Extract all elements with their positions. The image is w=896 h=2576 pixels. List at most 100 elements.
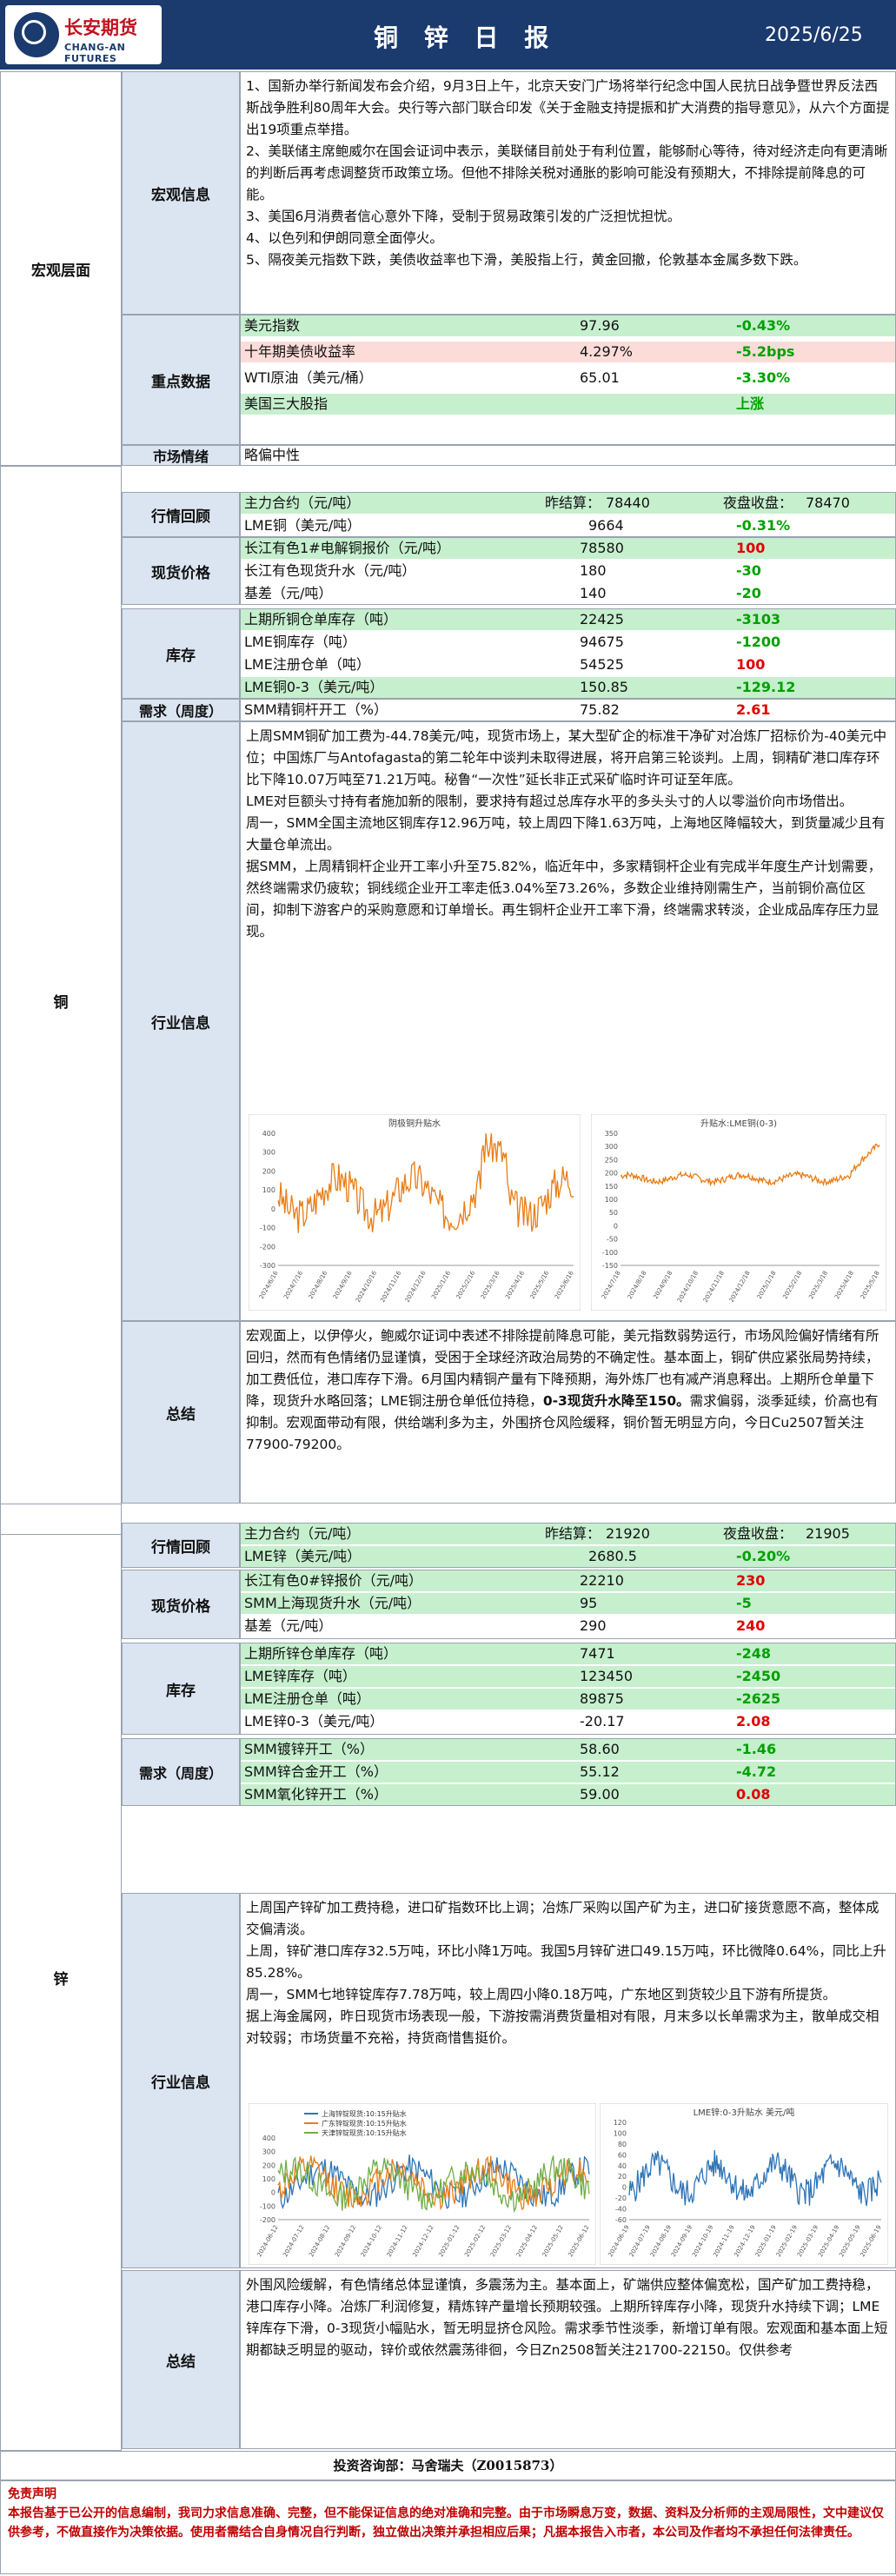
legend-label: 上海锌锭现货:10:15升贴水	[322, 2109, 407, 2118]
data-row: LME注册仓单（吨） 54525 100	[241, 654, 895, 675]
section-macro: 宏观层面	[0, 71, 122, 466]
y-tick-label: 200	[262, 1167, 275, 1175]
y-tick-label: -200	[260, 2216, 275, 2224]
row-value: 123450	[580, 1668, 634, 1684]
y-tick-label: -150	[602, 1262, 618, 1270]
data-row: 长江有色0#锌报价（元/吨） 22210 230	[241, 1570, 895, 1591]
y-tick-label: 0	[271, 2189, 275, 2197]
cu-spot-label: 现货价格	[122, 537, 240, 605]
row-name: 长江有色1#电解铜报价（元/吨）	[244, 540, 450, 556]
cu-industry-label: 行业信息	[122, 721, 240, 1321]
row-change: -5	[736, 1595, 752, 1611]
section-copper: 铜	[0, 466, 122, 1535]
row-change: 2.08	[736, 1713, 771, 1730]
row-change: -2625	[736, 1690, 781, 1707]
row-change: -3103	[736, 611, 781, 627]
lme-zn-spread-chart: LME锌:0-3升贴水 美元/吨 120 100 80 60 40 20 0 -20 -40 -60…	[600, 2103, 888, 2265]
row-value: 59.00	[580, 1786, 620, 1803]
disclaimer-text: 本报告基于已公开的信息编制，我司力求信息准确、完整，但不能保证信息的绝对准确和完…	[8, 2506, 884, 2539]
data-row: SMM上海现货升水（元/吨） 95 -5	[241, 1593, 895, 1614]
legend-label: 广东锌锭现货:10:15升贴水	[322, 2119, 407, 2128]
zn-spot-table: 长江有色0#锌报价（元/吨） 22210 230 SMM上海现货升水（元/吨） 95 -5…	[240, 1570, 896, 1639]
y-tick-label: -100	[260, 1225, 275, 1232]
chart-title: 升贴水:LME铜(0-3)	[700, 1118, 777, 1129]
disclaimer-title: 免责声明	[8, 2487, 56, 2501]
data-row: 美国三大股指 上涨	[241, 394, 895, 415]
row-value: 150.85	[580, 679, 628, 695]
row-change: 230	[736, 1572, 766, 1589]
row-change: 100	[736, 540, 766, 556]
industry-paragraph: 周一，SMM七地锌锭库存7.78万吨，较上周四小降0.18万吨，广东地区到货较少…	[246, 1987, 837, 2002]
row-name: LME锌0-3（美元/吨）	[244, 1713, 384, 1730]
data-row: LME注册仓单（吨） 89875 -2625	[241, 1689, 895, 1710]
data-row: SMM镀锌开工（%） 58.60 -1.46	[241, 1739, 895, 1760]
cu-premium-chart: 阴极铜升贴水4003002001000-100-200-3002024/6/16…	[249, 1114, 581, 1311]
zn-premium-chart: 4003002001000-100-2002024-06-12 2024-07-1…	[249, 2103, 596, 2265]
y-tick-label: 0	[271, 1205, 275, 1213]
row-change: 2.61	[736, 701, 771, 718]
zn-summary-text: 外围风险缓解，有色情绪总体显谨慎，多震荡为主。基本面上，矿端供应整体偏宽松，国产…	[240, 2270, 896, 2449]
row-value: 7471	[580, 1645, 615, 1662]
chart-title: LME锌:0-3升贴水 美元/吨	[694, 2107, 795, 2118]
cu-lme-row: LME铜（美元/吨） 9664 -0.31%	[244, 517, 791, 534]
industry-paragraph: 周一，SMM全国主流地区铜库存12.96万吨，较上周四下降1.63万吨，上海地区…	[246, 815, 886, 853]
cu-spot-table: 长江有色1#电解铜报价（元/吨） 78580 100 长江有色现货升水（元/吨） 180…	[240, 537, 896, 605]
y-tick-label: 300	[605, 1143, 618, 1151]
cu-stock-label: 库存	[122, 608, 240, 699]
row-change: -2450	[736, 1668, 781, 1684]
row-change: -5.2bps	[736, 343, 795, 360]
row-name: 长江有色0#锌报价（元/吨）	[244, 1572, 422, 1589]
row-value: 54525	[580, 656, 624, 673]
cu-demand-table: SMM精铜杆开工（%） 75.82 2.61	[240, 699, 896, 721]
industry-paragraph: 上周，锌矿港口库存32.5万吨，环比小降1万吨。我国5月锌矿进口49.15万吨，…	[246, 1943, 886, 1981]
data-row: SMM锌合金开工（%） 55.12 -4.72	[241, 1762, 895, 1783]
macro-paragraph: 4、以色列和伊朗同意全面停火。	[246, 230, 443, 246]
data-row: LME铜库存（吨） 94675 -1200	[241, 632, 895, 653]
row-value: 22210	[580, 1572, 624, 1589]
cu-summary-text: 宏观面上，以伊停火，鲍威尔证词中表述不排除提前降息可能，美元指数弱势运行，市场风…	[240, 1321, 896, 1504]
cu-summary-label: 总结	[122, 1321, 240, 1504]
y-tick-label: -100	[602, 1249, 618, 1257]
y-tick-label: 200	[262, 2161, 275, 2169]
lme-cu-spread-chart: 升贴水:LME铜(0-3) 350 300 250 200 150 100 50 0 -50 -10…	[591, 1114, 886, 1311]
row-change: -0.43%	[736, 317, 791, 334]
row-change: -129.12	[736, 679, 796, 695]
row-name: 美元指数	[244, 317, 301, 334]
row-name: 上期所铜仓单库存（吨）	[244, 611, 398, 627]
industry-paragraph: 据SMM，上周精铜杆企业开工率小升至75.82%，临近年中，多家精铜杆企业有完成…	[246, 859, 882, 939]
logo-name-en: CHANG-AN FUTURES	[64, 42, 126, 64]
row-value: 55.12	[580, 1763, 620, 1780]
row-change: -20	[736, 585, 761, 601]
data-row: 十年期美债收益率 4.297% -5.2bps	[241, 342, 895, 362]
key-data-table: 美元指数 97.96 -0.43% 十年期美债收益率 4.297% -5.2bps WTI原…	[240, 315, 896, 445]
data-row: LME锌库存（吨） 123450 -2450	[241, 1666, 895, 1687]
row-change: 240	[736, 1617, 766, 1634]
cu-demand-label: 需求（周度）	[122, 699, 240, 721]
y-tick-label: 150	[605, 1183, 618, 1191]
macro-paragraph: 3、美国6月消费者信心意外下降，受制于贸易政策引发的广泛担忧担忧。	[246, 209, 681, 224]
row-value: 94675	[580, 634, 624, 650]
macro-paragraph: 5、隔夜美元指数下跌，美债收益率也下滑，美股指上行，黄金回撤，伦敦基本金属多数下…	[246, 252, 807, 268]
y-tick-label: -100	[260, 2202, 275, 2210]
report-date: 2025/6/25	[765, 24, 863, 46]
y-tick-label: 350	[605, 1130, 618, 1138]
row-change: -248	[736, 1645, 772, 1662]
data-row: 基差（元/吨） 140 -20	[241, 583, 895, 604]
row-value: 290	[580, 1617, 607, 1634]
sentiment-label: 市场情绪	[122, 445, 240, 466]
y-tick-label: -50	[607, 1236, 618, 1244]
row-change: -4.72	[736, 1763, 777, 1780]
y-tick-label: 200	[605, 1170, 618, 1178]
data-row: 长江有色现货升水（元/吨） 180 -30	[241, 561, 895, 581]
row-name: SMM氧化锌开工（%）	[244, 1786, 388, 1803]
zn-demand-label: 需求（周度）	[122, 1738, 240, 1806]
row-name: WTI原油（美元/桶）	[244, 369, 373, 386]
chart-title: 阴极铜升贴水	[388, 1118, 441, 1129]
zn-industry-label: 行业信息	[122, 1893, 240, 2268]
row-name: 十年期美债收益率	[244, 343, 356, 360]
macro-info-text: 1、国新办举行新闻发布会介绍，9月3日上午，北京天安门广场将举行纪念中国人民抗日…	[240, 71, 896, 315]
zn-review-row: 主力合约（元/吨） 昨结算： 21920 夜盘收盘： 21905	[241, 1524, 895, 1544]
row-change: -1200	[736, 634, 781, 650]
zn-stock-table: 上期所锌仓单库存（吨） 7471 -248 LME锌库存（吨） 123450 -2450 L…	[240, 1643, 896, 1735]
row-change: -1.46	[736, 1741, 777, 1757]
